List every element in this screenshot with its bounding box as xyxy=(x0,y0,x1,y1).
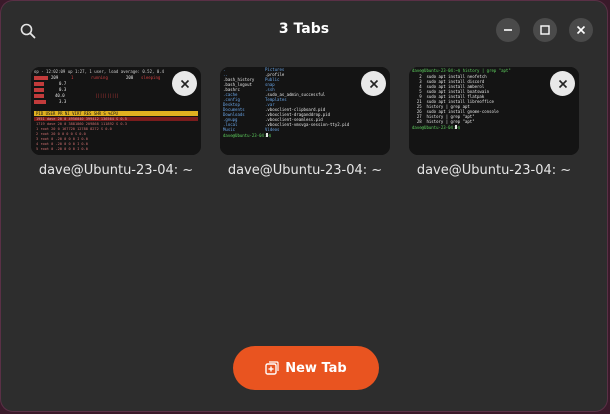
close-icon xyxy=(369,79,378,88)
close-window-button[interactable] xyxy=(569,18,593,42)
tab-preview-ls[interactable]: . .. .bash_history .bash_logout .bashrc … xyxy=(220,67,390,155)
tab-preview-htop[interactable]: op - 12:02:09 up 1:27, 1 user, load aver… xyxy=(31,67,201,155)
new-tab-button[interactable]: New Tab xyxy=(233,346,379,390)
svg-text:running: running xyxy=(91,75,108,80)
svg-text:PID USER PR NI VIRT: PID USER PR NI VIRT RES SHR S %CPU xyxy=(36,111,118,116)
svg-text:209: 209 xyxy=(51,75,59,80)
close-icon xyxy=(576,25,586,35)
new-tab-icon xyxy=(265,361,279,375)
history-prompt: dave@Ubuntu-23-04:~$ xyxy=(412,125,461,130)
maximize-button[interactable] xyxy=(533,18,557,42)
svg-text:208: 208 xyxy=(126,75,134,80)
svg-text:sleeping: sleeping xyxy=(141,75,161,80)
header-bar: 3 Tabs xyxy=(1,1,607,59)
tab-title: dave@Ubuntu-23-04: ~ xyxy=(416,163,572,178)
svg-text:3 root 0 -20 0 0: 3 root 0 -20 0 0 0 I 0.0 xyxy=(36,137,88,141)
svg-text:40.0: 40.0 xyxy=(55,93,65,98)
close-tab-button[interactable] xyxy=(550,71,575,96)
close-icon xyxy=(180,79,189,88)
ls-prompt: dave@Ubuntu-23-04:~$ xyxy=(223,133,272,138)
svg-text:0.3: 0.3 xyxy=(59,87,67,92)
svg-text:4 root 0 -20 0 0: 4 root 0 -20 0 0 0 I 0.0 xyxy=(36,142,88,146)
svg-text:5 root 0 -20 0 0: 5 root 0 -20 0 0 0 I 0.0 xyxy=(36,147,88,151)
search-icon xyxy=(20,23,36,39)
history-prompt-line: dave@Ubuntu-23-04:~$ history | grep "apt… xyxy=(412,68,511,73)
svg-text:Music: Music xyxy=(223,127,236,132)
tab-title: dave@Ubuntu-23-04: ~ xyxy=(38,163,194,178)
svg-text:1 root 20 0 167720 12788: 1 root 20 0 167720 12788 8272 S 0.0 xyxy=(36,127,112,131)
history-line: 28 history | grep "apt" xyxy=(412,119,475,124)
svg-text:1719 dave 20 0 3881860 209: 1719 dave 20 0 3881860 209868 111892 S 0… xyxy=(36,122,127,126)
tab-overview-window: 3 Tabs op - 12:02:09 up 1:27, 1 user, lo… xyxy=(1,1,607,411)
close-tab-button[interactable] xyxy=(361,71,386,96)
svg-text:0.7: 0.7 xyxy=(59,81,67,86)
search-button[interactable] xyxy=(14,17,42,45)
svg-text:1951 dave 20 0 4956040 399: 1951 dave 20 0 4956040 399412 136564 S 0… xyxy=(36,117,127,121)
tab-card-2[interactable]: . .. .bash_history .bash_logout .bashrc … xyxy=(220,67,390,178)
close-tab-button[interactable] xyxy=(172,71,197,96)
new-tab-label: New Tab xyxy=(285,360,347,376)
tab-card-3[interactable]: dave@Ubuntu-23-04:~$ history | grep "apt… xyxy=(409,67,579,178)
svg-text:Videos: Videos xyxy=(265,127,280,132)
svg-text:||||||||||: |||||||||| xyxy=(95,93,119,98)
maximize-icon xyxy=(540,25,550,35)
svg-text:3.3: 3.3 xyxy=(59,99,67,104)
tab-card-1[interactable]: op - 12:02:09 up 1:27, 1 user, load aver… xyxy=(31,67,201,178)
close-icon xyxy=(558,79,567,88)
minimize-icon xyxy=(504,29,512,31)
htop-top-line: op - 12:02:09 up 1:27, 1 user, load aver… xyxy=(34,69,165,74)
minimize-button[interactable] xyxy=(496,18,520,42)
svg-text:2 root 20 0 0 0: 2 root 20 0 0 0 0 S 0.0 xyxy=(36,132,86,136)
tab-title: dave@Ubuntu-23-04: ~ xyxy=(227,163,383,178)
tab-preview-history[interactable]: dave@Ubuntu-23-04:~$ history | grep "apt… xyxy=(409,67,579,155)
